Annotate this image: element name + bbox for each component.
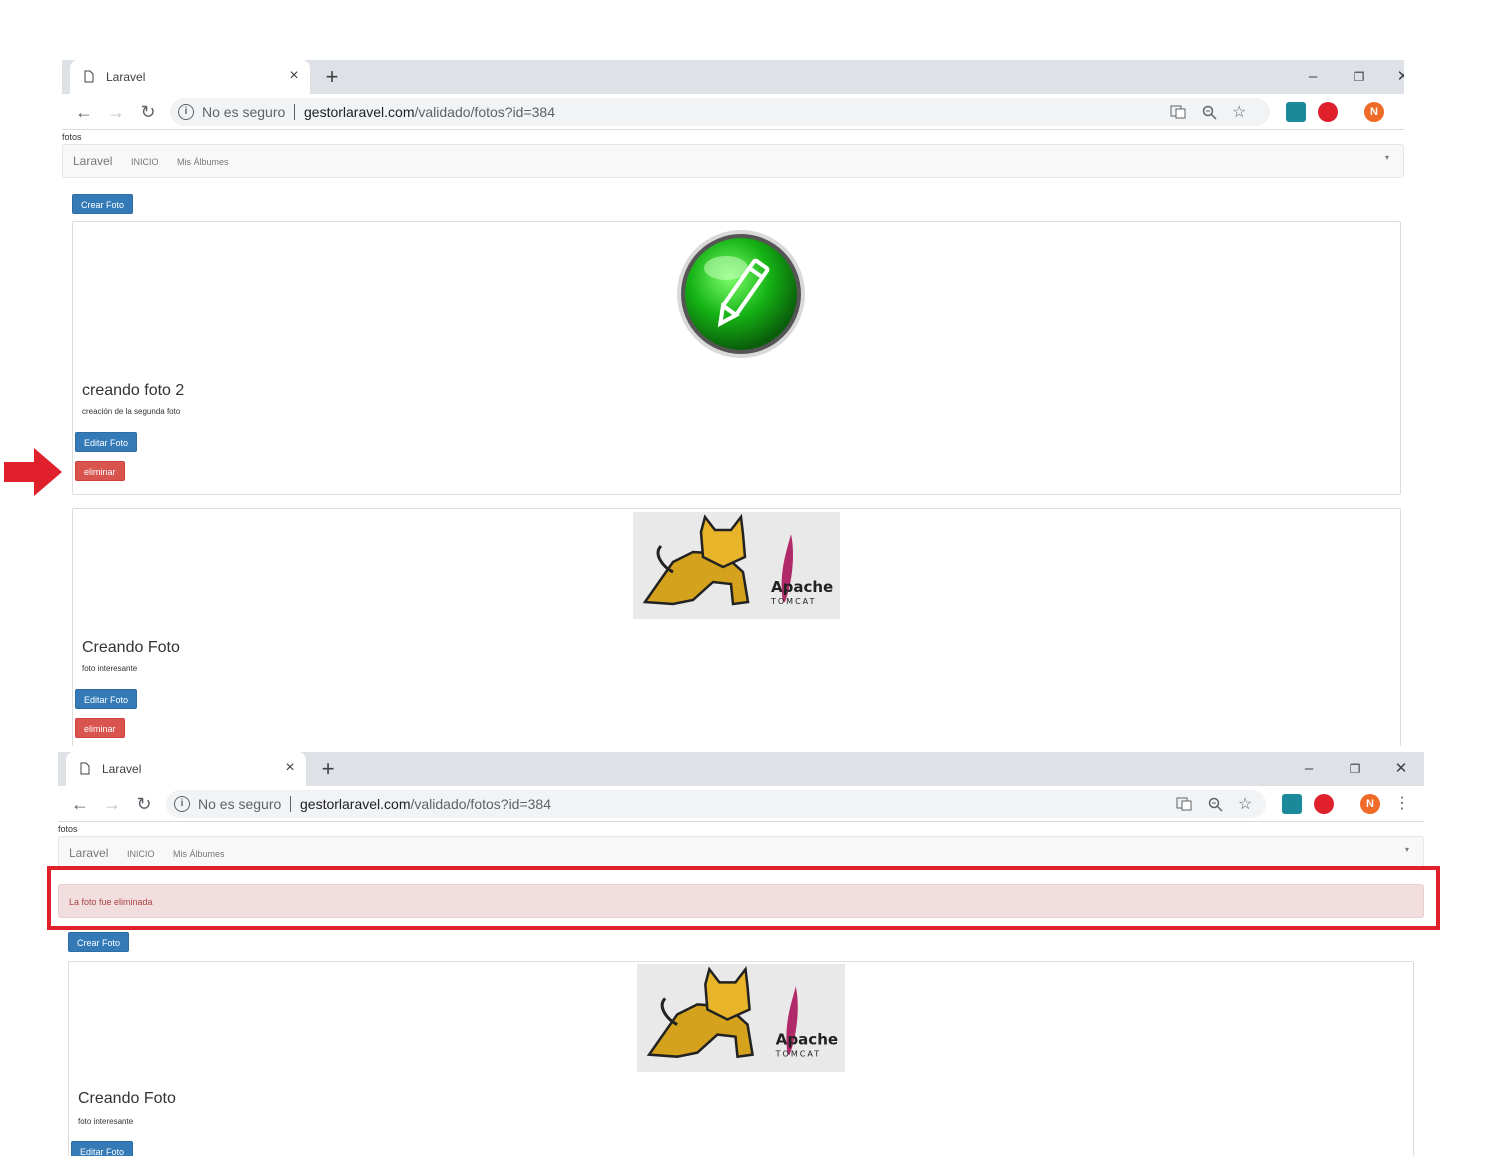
- star-icon[interactable]: ☆: [1238, 794, 1252, 814]
- apache-tomcat-logo: Apache TOMCAT: [637, 964, 845, 1072]
- red-arrow-annotation-icon: [4, 448, 62, 496]
- nav-link-inicio[interactable]: INICIO: [131, 157, 159, 167]
- dropdown-caret-icon[interactable]: ▾: [1385, 153, 1389, 162]
- close-window-button[interactable]: ✕: [1380, 64, 1404, 90]
- nav-link-mis-albumes[interactable]: Mis Álbumes: [173, 849, 225, 859]
- info-icon[interactable]: i: [174, 796, 190, 812]
- page-icon: [80, 762, 90, 775]
- tab-strip: Laravel × + – ❐ ✕: [62, 60, 1404, 94]
- reload-icon[interactable]: ↻: [136, 100, 160, 124]
- back-arrow-icon[interactable]: ←: [72, 100, 96, 124]
- green-pencil-icon: [677, 230, 805, 358]
- back-arrow-icon[interactable]: ←: [68, 792, 92, 816]
- photo-title: Creando Foto: [82, 639, 180, 656]
- page-content: fotos Laravel INICIO Mis Álbumes ▾ Crear…: [62, 130, 1404, 746]
- photo-description: foto interesante: [82, 664, 138, 673]
- maximize-button[interactable]: ❐: [1332, 756, 1378, 782]
- security-label: No es seguro: [202, 104, 286, 120]
- site-navbar: Laravel INICIO Mis Álbumes ▾: [58, 836, 1424, 870]
- info-icon[interactable]: i: [178, 104, 194, 120]
- address-bar[interactable]: i No es seguro gestorlaravel.com/validad…: [170, 98, 1270, 126]
- page-icon: [84, 70, 94, 83]
- apache-tomcat-logo: Apache TOMCAT: [633, 512, 840, 619]
- translate-icon[interactable]: [1170, 105, 1186, 119]
- extension-icon[interactable]: [1286, 102, 1306, 122]
- edit-photo-button[interactable]: Editar Foto: [71, 1141, 134, 1156]
- navbar-brand[interactable]: Laravel: [73, 154, 112, 168]
- close-tab-icon[interactable]: ×: [280, 758, 300, 778]
- page-label: fotos: [62, 132, 82, 142]
- minimize-button[interactable]: –: [1286, 756, 1332, 782]
- forward-arrow-icon[interactable]: →: [100, 792, 124, 816]
- security-label: No es seguro: [198, 796, 282, 812]
- photo-card: Apache TOMCAT Creando Foto foto interesa…: [72, 508, 1401, 746]
- url-text[interactable]: gestorlaravel.com/validado/fotos?id=384: [304, 104, 555, 120]
- profile-avatar[interactable]: N: [1364, 102, 1384, 122]
- logo-subtext: TOMCAT: [775, 1050, 822, 1059]
- page-label: fotos: [58, 824, 78, 834]
- photo-card: Apache TOMCAT Creando Foto foto interesa…: [68, 961, 1414, 1156]
- star-icon[interactable]: ☆: [1232, 102, 1246, 122]
- url-text[interactable]: gestorlaravel.com/validado/fotos?id=384: [300, 796, 551, 812]
- photo-description: foto interesante: [78, 1117, 134, 1126]
- site-navbar: Laravel INICIO Mis Álbumes ▾: [62, 144, 1404, 178]
- extension-icon[interactable]: [1282, 794, 1302, 814]
- reload-icon[interactable]: ↻: [132, 792, 156, 816]
- edit-photo-button[interactable]: Editar Foto: [75, 689, 138, 709]
- omnibox-divider: [294, 104, 295, 120]
- adblock-icon[interactable]: [1314, 794, 1334, 814]
- photo-title: creando foto 2: [82, 382, 185, 399]
- logo-text: Apache: [776, 1031, 838, 1049]
- new-tab-button[interactable]: +: [316, 757, 340, 781]
- delete-photo-button[interactable]: eliminar: [75, 718, 125, 738]
- browser-toolbar: ← → ↻ i No es seguro gestorlaravel.com/v…: [58, 786, 1424, 822]
- browser-tab[interactable]: Laravel ×: [66, 752, 306, 786]
- create-photo-button[interactable]: Crear Foto: [68, 932, 130, 952]
- profile-avatar[interactable]: N: [1360, 794, 1380, 814]
- browser-window-after: Laravel × + – ❐ ✕ ← → ↻ i No es seguro g…: [58, 752, 1424, 1156]
- zoom-icon[interactable]: [1202, 105, 1217, 120]
- new-tab-button[interactable]: +: [320, 65, 344, 89]
- forward-arrow-icon[interactable]: →: [104, 100, 128, 124]
- nav-link-mis-albumes[interactable]: Mis Álbumes: [177, 157, 229, 167]
- tab-strip: Laravel × + – ❐ ✕: [58, 752, 1424, 786]
- tab-title: Laravel: [106, 70, 146, 84]
- tab-title: Laravel: [102, 762, 142, 776]
- nav-link-inicio[interactable]: INICIO: [127, 849, 155, 859]
- delete-photo-button[interactable]: eliminar: [75, 461, 125, 481]
- zoom-icon[interactable]: [1208, 797, 1223, 812]
- dropdown-caret-icon[interactable]: ▾: [1405, 845, 1409, 854]
- photo-card: creando foto 2 creación de la segunda fo…: [72, 221, 1401, 495]
- red-highlight-annotation: [47, 866, 1440, 930]
- address-bar[interactable]: i No es seguro gestorlaravel.com/validad…: [166, 790, 1266, 818]
- translate-icon[interactable]: [1176, 797, 1192, 811]
- logo-subtext: TOMCAT: [770, 597, 816, 606]
- create-photo-button[interactable]: Crear Foto: [72, 194, 134, 214]
- browser-window-before: Laravel × + – ❐ ✕ ← → ↻ i No es seguro g…: [62, 60, 1404, 746]
- browser-toolbar: ← → ↻ i No es seguro gestorlaravel.com/v…: [62, 94, 1404, 130]
- photo-description: creación de la segunda foto: [82, 407, 181, 416]
- omnibox-divider: [290, 796, 291, 812]
- maximize-button[interactable]: ❐: [1336, 64, 1382, 90]
- navbar-brand[interactable]: Laravel: [69, 846, 108, 860]
- edit-photo-button[interactable]: Editar Foto: [75, 432, 138, 452]
- menu-kebab-icon[interactable]: ⋮: [1390, 792, 1414, 816]
- close-tab-icon[interactable]: ×: [284, 66, 304, 86]
- logo-text: Apache: [771, 578, 833, 596]
- minimize-button[interactable]: –: [1290, 64, 1336, 90]
- browser-tab[interactable]: Laravel ×: [70, 60, 310, 94]
- adblock-icon[interactable]: [1318, 102, 1338, 122]
- photo-title: Creando Foto: [78, 1090, 176, 1107]
- close-window-button[interactable]: ✕: [1378, 756, 1424, 782]
